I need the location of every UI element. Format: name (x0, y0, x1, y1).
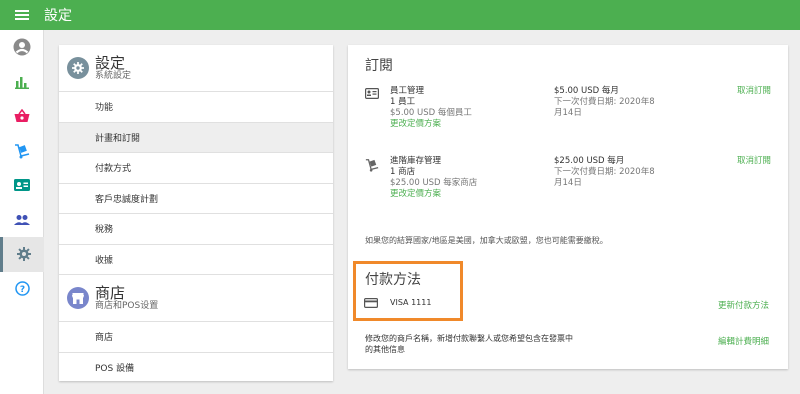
subscription-price: $25.00 USD 每月 (554, 156, 625, 166)
menu-icon (15, 10, 29, 20)
rail-customers[interactable] (0, 168, 44, 203)
change-plan-link[interactable]: 更改定價方案 (390, 189, 477, 200)
edit-billing-details-link[interactable]: 編輯計費明細 (718, 335, 769, 347)
gear-icon (72, 62, 84, 74)
nav-item-payment-types[interactable]: 付款方式 (59, 153, 333, 184)
store-section-title: 商店 (95, 283, 126, 302)
basket-icon (14, 109, 30, 123)
rail-employees[interactable] (0, 203, 44, 238)
credit-card-icon (364, 298, 378, 308)
rail-settings[interactable] (0, 237, 44, 272)
account-icon (13, 38, 31, 56)
nav-rail: ? (0, 30, 44, 394)
change-plan-link[interactable]: 更改定價方案 (390, 119, 472, 130)
next-billing-date-cont: 月14日 (554, 178, 582, 188)
nav-item-billing[interactable]: 計畫和訂閱 (59, 122, 333, 153)
settings-section-icon (67, 57, 89, 79)
subscription-quantity: 1 商店 (390, 167, 416, 177)
billing-details-description: 修改您的商戶名稱，新增付款聯繫人或您希望包含在發票中的其他信息 (365, 334, 573, 354)
tax-note: 如果您的結算國家/地區是美國，加拿大或歐盟，您也可能需要繳稅。 (365, 236, 608, 245)
subscription-name: 進階庫存管理 (390, 156, 442, 166)
next-billing-date-cont: 月14日 (554, 108, 582, 118)
next-billing-date: 下一次付費日期: 2020年8 (554, 97, 655, 107)
subscriptions-title: 訂閱 (365, 58, 393, 74)
nav-item-features[interactable]: 功能 (59, 92, 333, 123)
nav-item-stores[interactable]: 商店 (59, 322, 333, 353)
menu-button[interactable] (0, 0, 44, 30)
subscription-rate: $25.00 USD 每家商店 (390, 178, 478, 188)
cancel-subscription-link[interactable]: 取消訂閱 (737, 86, 771, 97)
subscription-price: $5.00 USD 每月 (554, 86, 619, 96)
rail-account[interactable] (0, 30, 44, 65)
svg-text:?: ? (19, 285, 24, 295)
badge-icon (14, 179, 30, 192)
rail-inventory[interactable] (0, 134, 44, 169)
rail-sales[interactable] (0, 99, 44, 134)
update-payment-method-link[interactable]: 更新付款方法 (718, 299, 769, 311)
store-section-header: 商店 商店和POS设置 (59, 275, 333, 322)
store-section-icon (67, 287, 89, 309)
id-card-icon (365, 88, 379, 99)
store-icon (72, 292, 84, 304)
payment-method-title: 付款方法 (365, 272, 421, 288)
settings-section-header: 設定 系統設定 (59, 45, 333, 92)
billing-card: 訂閱 員工管理 1 員工 $5.00 USD 每個員工 更改定價方案 $5.00… (348, 45, 788, 369)
subscription-rate: $5.00 USD 每個員工 (390, 108, 472, 118)
people-icon (14, 214, 30, 225)
help-icon: ? (14, 281, 30, 296)
bar-chart-icon (15, 76, 29, 89)
rail-reports[interactable] (0, 65, 44, 100)
cancel-subscription-link[interactable]: 取消訂閱 (737, 156, 771, 167)
dolly-icon (365, 159, 379, 172)
store-section-subtitle: 商店和POS设置 (95, 300, 159, 311)
page-title: 設定 (44, 8, 72, 24)
nav-item-taxes[interactable]: 稅務 (59, 214, 333, 245)
next-billing-date: 下一次付費日期: 2020年8 (554, 167, 655, 177)
gear-icon (16, 247, 31, 262)
subscription-name: 員工管理 (390, 86, 425, 96)
dolly-icon (15, 144, 30, 159)
rail-help[interactable]: ? (0, 272, 44, 307)
card-number: VISA 1111 (390, 298, 432, 307)
top-app-bar: 設定 (0, 0, 800, 30)
subscription-quantity: 1 員工 (390, 97, 416, 107)
settings-menu-card: 設定 系統設定 功能 計畫和訂閱 付款方式 客戶忠誠度計劃 稅務 收據 商店 商… (59, 45, 333, 381)
nav-item-loyalty[interactable]: 客戶忠誠度計劃 (59, 184, 333, 214)
settings-section-title: 設定 (95, 53, 126, 72)
nav-item-receipt[interactable]: 收據 (59, 245, 333, 275)
settings-section-subtitle: 系統設定 (95, 70, 132, 81)
nav-item-pos-devices[interactable]: POS 設備 (59, 353, 333, 384)
